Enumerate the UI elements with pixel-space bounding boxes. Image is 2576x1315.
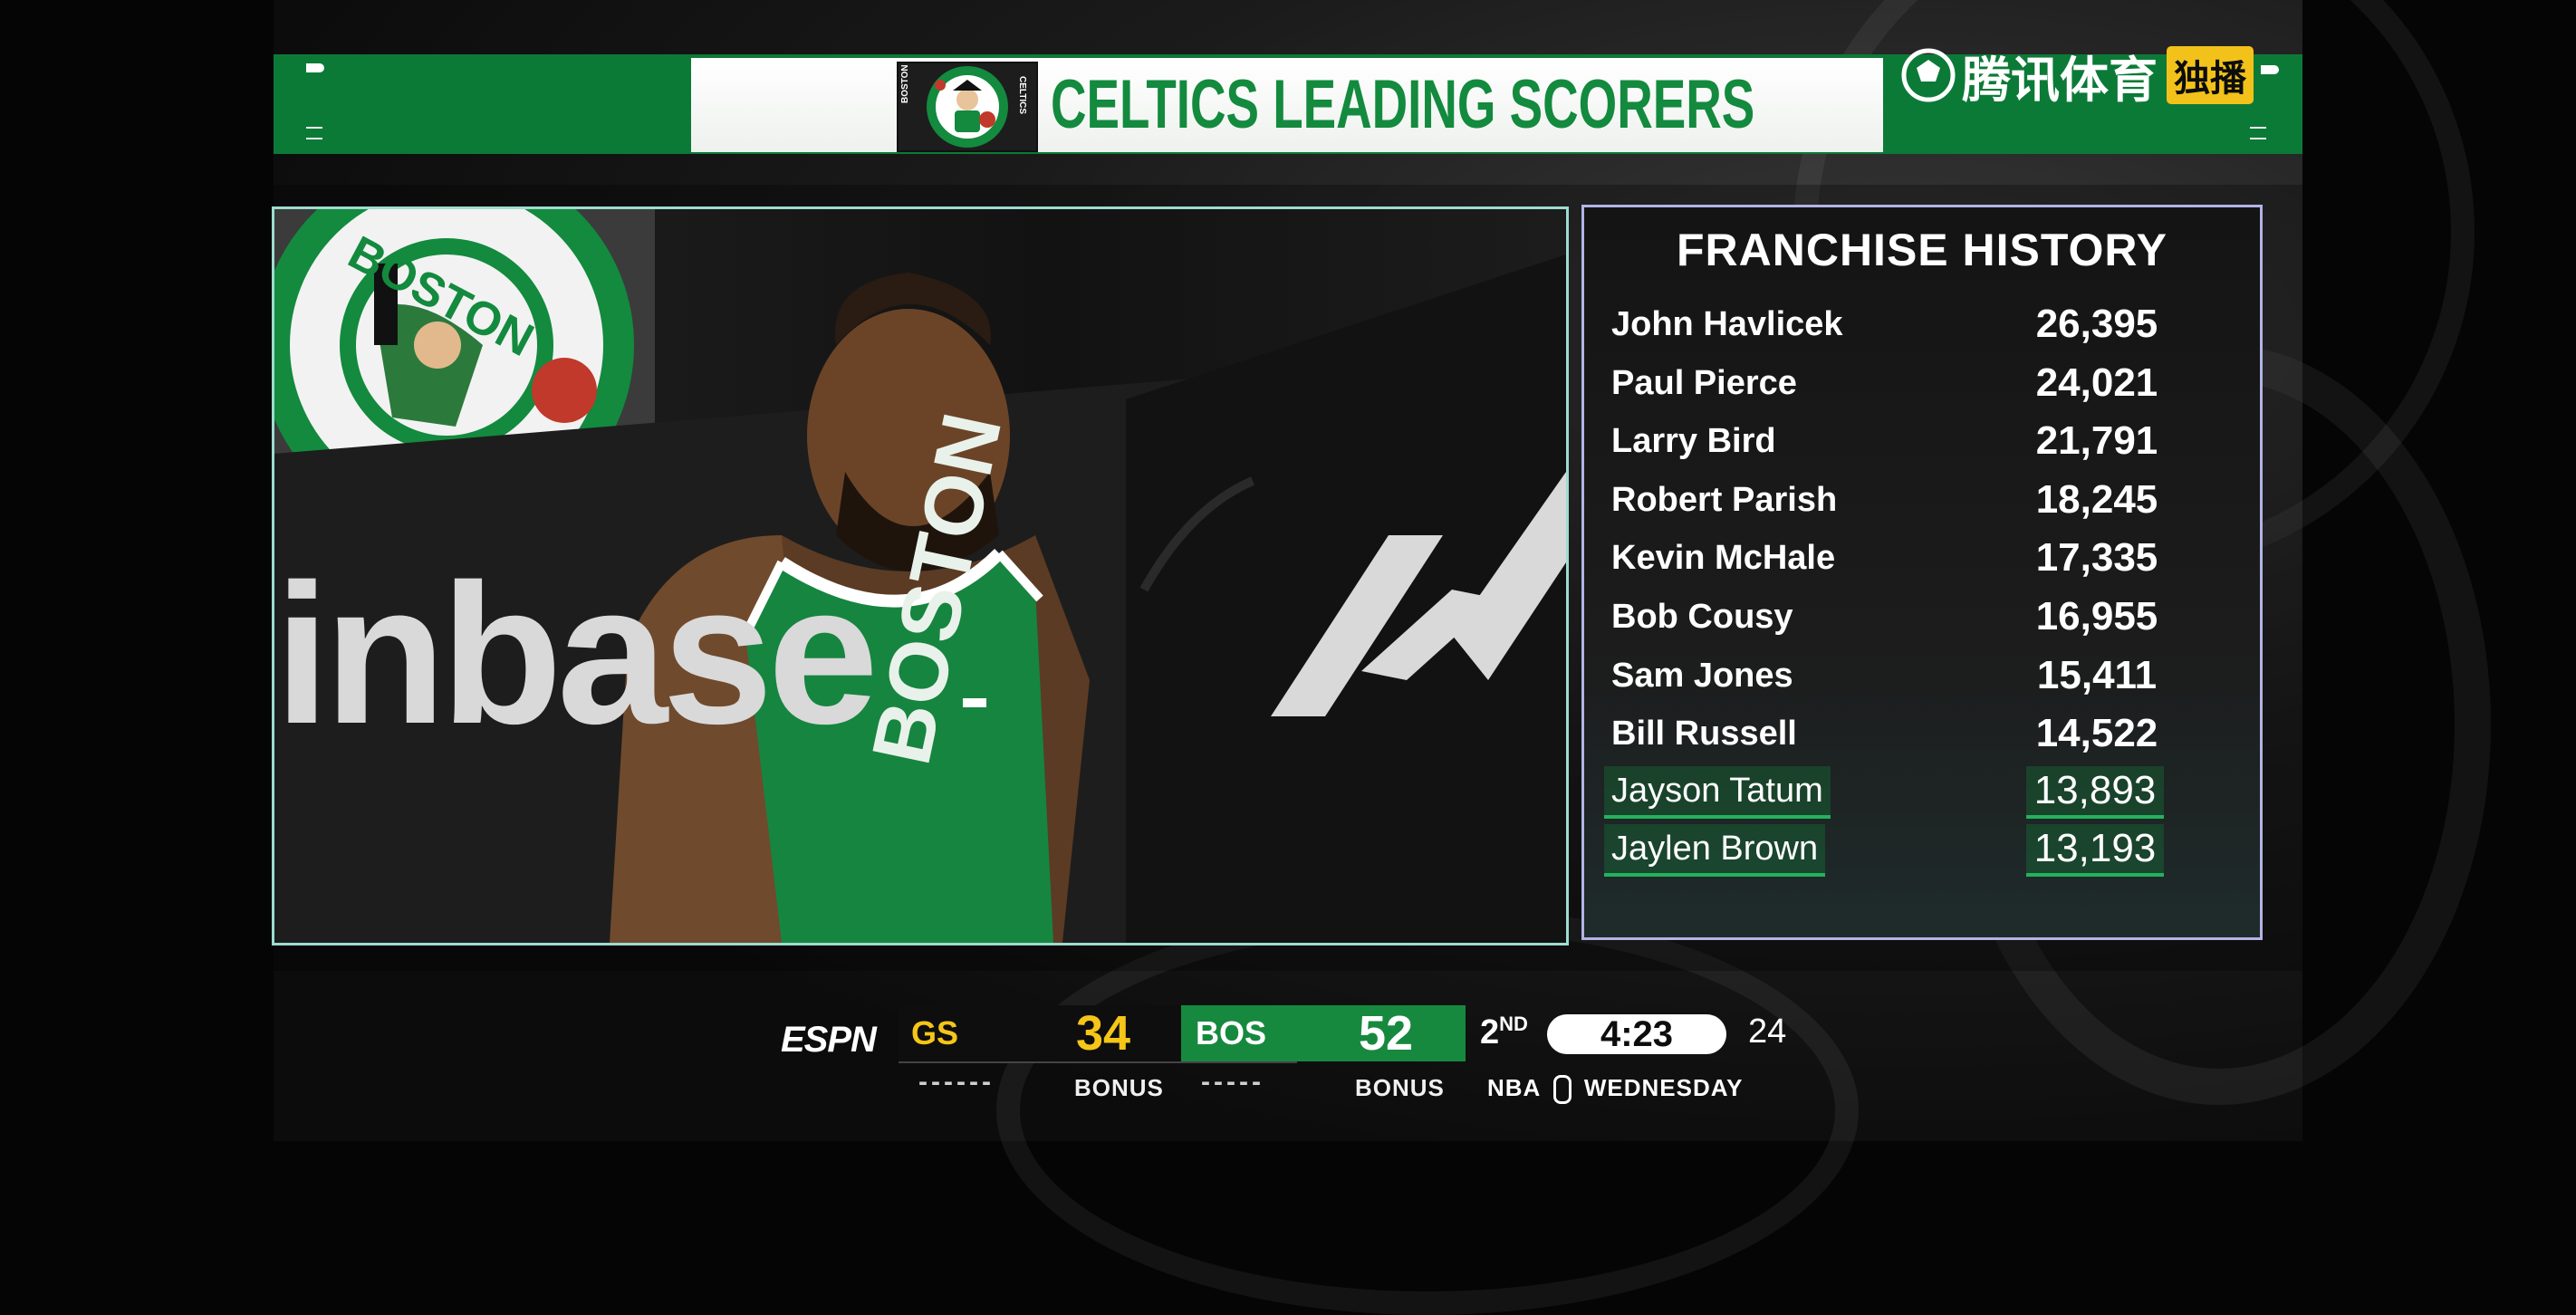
player-name: Jayson Tatum: [1604, 765, 1831, 819]
franchise-history-panel: FRANCHISE HISTORY John Havlicek 26,395 Pau…: [1581, 205, 2263, 940]
shot-clock: 24: [1748, 1013, 1787, 1051]
broadcast-frame: BOSTON CELTICS CELTICS LEADING SCORERS 腾…: [0, 0, 2576, 1315]
player-name: Paul Pierce: [1611, 363, 1797, 402]
scorer-row: Jayson Tatum 13,893: [1584, 765, 2260, 819]
player-points: 21,791: [2035, 418, 2158, 464]
video-panel: inbase BOSTON BOSTON: [272, 206, 1569, 945]
home-team-score: 52: [1359, 1006, 1414, 1061]
scorer-row: Jaylen Brown 13,193: [1584, 824, 2260, 878]
player-name: Robert Parish: [1611, 480, 1838, 519]
away-bonus: BONUS: [1074, 1074, 1164, 1101]
player-points: 17,335: [2035, 535, 2158, 581]
home-team-abbr: BOS: [1196, 1014, 1267, 1051]
home-team-box: BOS 52: [1181, 1005, 1466, 1061]
player-name: Larry Bird: [1611, 422, 1776, 461]
banner-flag-icon: [2261, 65, 2279, 74]
soccer-ball-icon: [1901, 48, 1956, 102]
player-points: 15,411: [2036, 652, 2158, 697]
logo-text-right: CELTICS: [1017, 76, 1027, 115]
celtics-logo-icon: [927, 66, 1008, 148]
player-name: Jaylen Brown: [1604, 824, 1826, 878]
player-name: Sam Jones: [1611, 656, 1793, 695]
scorer-row: Sam Jones 15,411: [1584, 649, 2260, 702]
player-points: 16,955: [2035, 594, 2158, 638]
broadcaster-watermark: 腾讯体育 独播: [1900, 43, 2254, 108]
away-timeouts: ------: [918, 1067, 995, 1097]
player-name: John Havlicek: [1611, 305, 1843, 343]
game-clock: 4:23: [1547, 1014, 1726, 1054]
player-points: 13,193: [2026, 824, 2164, 878]
game-period: 2ND: [1480, 1013, 1528, 1052]
broadcaster-name: 腾讯体育: [1962, 53, 2158, 108]
broadcaster-badge: 独播: [2167, 46, 2254, 104]
celtics-logo: BOSTON CELTICS: [897, 62, 1038, 152]
player-name: Bill Russell: [1611, 715, 1797, 753]
scorer-row: Kevin McHale 17,335: [1584, 532, 2260, 584]
scorer-row: Bill Russell 14,522: [1584, 707, 2260, 760]
logo-text-left: BOSTON: [900, 64, 910, 103]
network-logo: ESPN: [781, 1020, 877, 1060]
league-day-label: NBA WEDNESDAY: [1487, 1074, 1744, 1105]
period-number: 2: [1480, 1013, 1500, 1051]
banner-mark: [306, 127, 322, 139]
banner-flag-icon: [306, 63, 324, 72]
away-team-score: 34: [1076, 1006, 1131, 1061]
player-points: 24,021: [2035, 360, 2158, 405]
league-name: NBA: [1487, 1074, 1541, 1101]
stats-title: FRANCHISE HISTORY: [1676, 225, 2168, 275]
home-bonus: BONUS: [1355, 1074, 1445, 1101]
player-points: 18,245: [2035, 476, 2158, 522]
scorer-row: Paul Pierce 24,021: [1584, 357, 2260, 409]
player-name: Bob Cousy: [1611, 598, 1793, 636]
scorebug: ESPN GS 34 BOS 52 2ND 4:23 24 ------ BON…: [781, 1003, 1815, 1116]
away-team-abbr: GS: [911, 1014, 959, 1051]
game-day: WEDNESDAY: [1583, 1074, 1744, 1101]
banner-mark: [2250, 127, 2266, 139]
home-timeouts: -----: [1201, 1067, 1264, 1097]
banner-title: CELTICS LEADING SCORERS: [1051, 66, 1755, 143]
player-points: 14,522: [2035, 711, 2158, 756]
period-suffix: ND: [1499, 1013, 1528, 1035]
scorer-row: John Havlicek 26,395: [1584, 298, 2260, 350]
scorer-row: Robert Parish 18,245: [1584, 474, 2260, 526]
player-name: Kevin McHale: [1611, 539, 1836, 578]
player-points: 26,395: [2035, 302, 2158, 346]
player-points: 13,893: [2026, 765, 2164, 819]
scorer-row: Bob Cousy 16,955: [1584, 590, 2260, 643]
scorer-row: Larry Bird 21,791: [1584, 415, 2260, 467]
court-sponsor-text: inbase: [274, 542, 879, 765]
nba-logo-icon: [1552, 1075, 1572, 1105]
